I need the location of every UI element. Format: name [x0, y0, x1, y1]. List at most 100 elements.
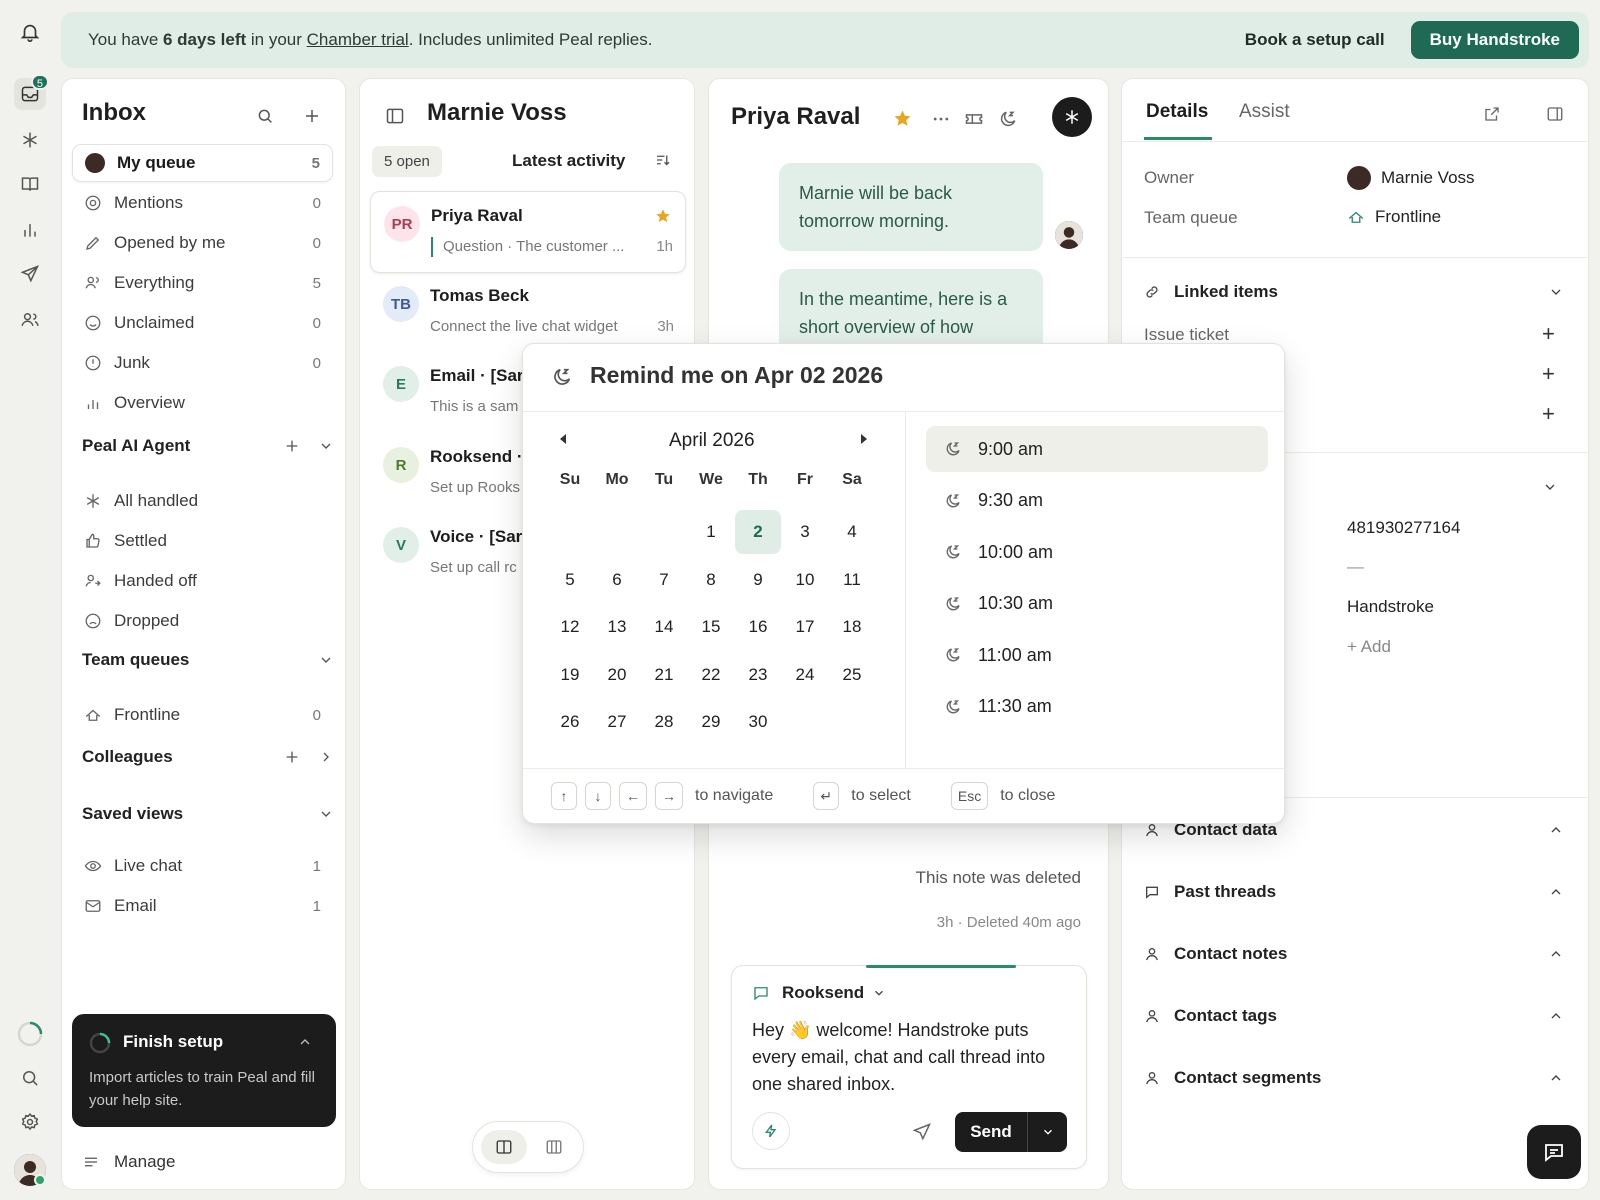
- contact-tags-header[interactable]: Contact tags: [1144, 1006, 1564, 1026]
- nav-item-dropped[interactable]: Dropped: [72, 602, 333, 640]
- layout-single-icon[interactable]: [481, 1130, 527, 1164]
- calendar-day[interactable]: 6: [594, 558, 640, 602]
- plus-icon[interactable]: +: [1542, 401, 1555, 427]
- plus-icon[interactable]: [299, 103, 325, 129]
- ai-assist-button[interactable]: [1052, 97, 1092, 137]
- add-field-button[interactable]: + Add: [1347, 637, 1391, 657]
- plus-icon[interactable]: +: [1542, 321, 1555, 347]
- calendar-day[interactable]: 1: [688, 510, 734, 554]
- trial-link[interactable]: Chamber trial: [307, 30, 409, 50]
- gear-icon[interactable]: [14, 1106, 46, 1138]
- buy-button[interactable]: Buy Handstroke: [1410, 21, 1579, 59]
- team-queue-value[interactable]: Frontline: [1347, 207, 1441, 227]
- chevron-right-icon[interactable]: [318, 749, 334, 765]
- time-option[interactable]: 9:30 am: [926, 478, 1268, 524]
- calendar-day[interactable]: 20: [594, 653, 640, 697]
- calendar-day[interactable]: 19: [547, 653, 593, 697]
- calendar-day[interactable]: 11: [829, 558, 875, 602]
- plus-icon[interactable]: [284, 749, 300, 765]
- tab-assist[interactable]: Assist: [1239, 101, 1290, 123]
- list-item[interactable]: TB Tomas Beck Connect the live chat widg…: [370, 272, 686, 354]
- layout-split-icon[interactable]: [531, 1130, 577, 1164]
- calendar-day[interactable]: 3: [782, 510, 828, 554]
- contact-notes-header[interactable]: Contact notes: [1144, 944, 1564, 964]
- calendar-day[interactable]: 15: [688, 605, 734, 649]
- list-item[interactable]: PR Priya Raval Question · The customer .…: [370, 191, 686, 273]
- chat-launcher-button[interactable]: [1527, 1125, 1581, 1179]
- finish-setup-card[interactable]: Finish setup Import articles to train Pe…: [72, 1014, 336, 1127]
- nav-item-unclaimed[interactable]: Unclaimed 0: [72, 304, 333, 342]
- ticket-icon[interactable]: [964, 109, 984, 129]
- send-options-chevron-icon[interactable]: [1028, 1112, 1067, 1152]
- colleagues-header[interactable]: Colleagues: [82, 747, 334, 767]
- nav-item-frontline[interactable]: Frontline 0: [72, 696, 333, 734]
- nav-item-overview[interactable]: Overview: [72, 384, 333, 422]
- send-later-icon[interactable]: [912, 1122, 932, 1142]
- book-setup-call-link[interactable]: Book a setup call: [1245, 30, 1385, 50]
- calendar-day[interactable]: 9: [735, 558, 781, 602]
- time-option[interactable]: 11:30 am: [926, 684, 1268, 730]
- calendar-day[interactable]: 30: [735, 700, 781, 744]
- owner-value[interactable]: Marnie Voss: [1347, 166, 1475, 190]
- search-icon[interactable]: [252, 103, 278, 129]
- book-icon[interactable]: [14, 168, 46, 200]
- calendar-day-selected[interactable]: 2: [735, 510, 781, 554]
- calendar-day[interactable]: 5: [547, 558, 593, 602]
- snooze-icon[interactable]: [998, 109, 1018, 129]
- send-icon[interactable]: [14, 258, 46, 290]
- past-threads-header[interactable]: Past threads: [1144, 882, 1564, 902]
- panel-toggle-icon[interactable]: [1546, 105, 1564, 123]
- users-icon[interactable]: [14, 304, 46, 336]
- linked-items-header[interactable]: Linked items: [1144, 282, 1564, 302]
- sidebar-toggle-icon[interactable]: [382, 103, 408, 129]
- calendar-day[interactable]: 10: [782, 558, 828, 602]
- calendar-day[interactable]: 28: [641, 700, 687, 744]
- star-icon[interactable]: [893, 109, 912, 128]
- nav-item-mentions[interactable]: Mentions 0: [72, 184, 333, 222]
- team-queues-header[interactable]: Team queues: [82, 650, 334, 670]
- nav-item-handed-off[interactable]: Handed off: [72, 562, 333, 600]
- nav-item-all-handled[interactable]: All handled: [72, 482, 333, 520]
- progress-ring-icon[interactable]: [14, 1018, 46, 1050]
- calendar-day[interactable]: 7: [641, 558, 687, 602]
- star-icon[interactable]: [655, 208, 671, 224]
- search-icon[interactable]: [14, 1062, 46, 1094]
- channel-selector[interactable]: Rooksend: [752, 983, 886, 1003]
- chevron-down-icon[interactable]: [318, 652, 334, 668]
- inbox-rail-button[interactable]: 5: [14, 74, 49, 110]
- calendar-day[interactable]: 27: [594, 700, 640, 744]
- plus-icon[interactable]: +: [1542, 361, 1555, 387]
- time-option[interactable]: 9:00 am: [926, 426, 1268, 472]
- calendar-day[interactable]: 8: [688, 558, 734, 602]
- contact-segments-header[interactable]: Contact segments: [1144, 1068, 1564, 1088]
- nav-item-everything[interactable]: Everything 5: [72, 264, 333, 302]
- sort-icon[interactable]: [654, 151, 672, 169]
- time-option[interactable]: 10:00 am: [926, 529, 1268, 575]
- time-option[interactable]: 11:00 am: [926, 632, 1268, 678]
- calendar-day[interactable]: 4: [829, 510, 875, 554]
- nav-item-opened-by-me[interactable]: Opened by me 0: [72, 224, 333, 262]
- composer-text[interactable]: Hey 👋 welcome! Handstroke puts every ema…: [752, 1017, 1072, 1098]
- calendar-day[interactable]: 22: [688, 653, 734, 697]
- chevron-down-icon[interactable]: [318, 806, 334, 822]
- calendar-day[interactable]: 16: [735, 605, 781, 649]
- sort-label[interactable]: Latest activity: [512, 151, 625, 171]
- lightning-icon[interactable]: [752, 1112, 790, 1150]
- chevron-down-icon[interactable]: [1542, 479, 1558, 495]
- nav-item-live-chat[interactable]: Live chat 1: [72, 847, 333, 885]
- calendar-day[interactable]: 12: [547, 605, 593, 649]
- external-link-icon[interactable]: [1483, 105, 1501, 123]
- open-count-chip[interactable]: 5 open: [372, 146, 442, 177]
- nav-item-settled[interactable]: Settled: [72, 522, 333, 560]
- calendar-day[interactable]: 24: [782, 653, 828, 697]
- nav-item-my-queue[interactable]: My queue 5: [72, 144, 333, 182]
- tab-details[interactable]: Details: [1146, 101, 1208, 123]
- plus-icon[interactable]: [284, 438, 300, 454]
- calendar-day[interactable]: 18: [829, 605, 875, 649]
- calendar-day[interactable]: 25: [829, 653, 875, 697]
- calendar-day[interactable]: 14: [641, 605, 687, 649]
- nav-item-email[interactable]: Email 1: [72, 887, 333, 925]
- more-icon[interactable]: [931, 109, 951, 129]
- time-option[interactable]: 10:30 am: [926, 581, 1268, 627]
- calendar-day[interactable]: 13: [594, 605, 640, 649]
